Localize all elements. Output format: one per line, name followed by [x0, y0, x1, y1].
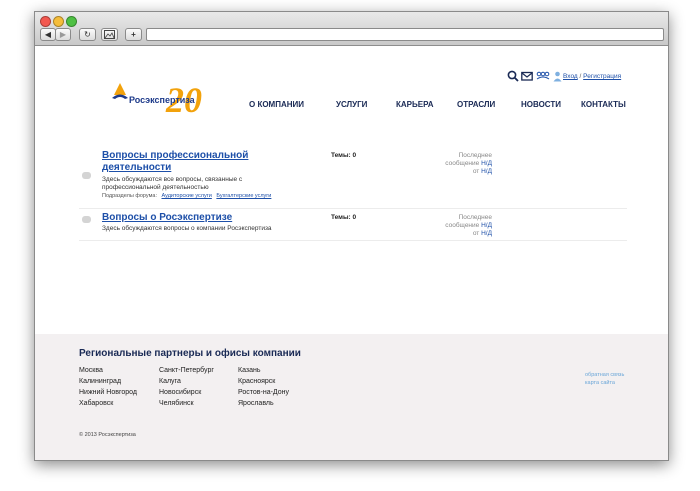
city-link[interactable]: Калининград	[79, 378, 121, 385]
browser-window: ◀ ▶ ↻ + 20 Росэкспертиза Вход / Регистра…	[34, 11, 669, 461]
subforums-label: Подразделы форума:	[102, 193, 157, 199]
forum-bubble-icon	[82, 172, 91, 179]
address-bar[interactable]	[146, 28, 664, 41]
topics-count: Темы: 0	[331, 214, 357, 221]
nav-contacts[interactable]: КОНТАКТЫ	[581, 100, 626, 109]
sitemap-link[interactable]: карта сайта	[585, 380, 615, 386]
city-link[interactable]: Хабаровск	[79, 400, 113, 407]
reload-button[interactable]: ↻	[79, 28, 96, 41]
city-link[interactable]: Москва	[79, 367, 103, 374]
auth-separator: /	[579, 73, 582, 80]
last-post-author[interactable]: Н/Д	[481, 168, 492, 175]
city-link[interactable]: Санкт-Петербург	[159, 367, 214, 374]
footer: Региональные партнеры и офисы компании М…	[35, 334, 668, 460]
city-link[interactable]: Красноярск	[238, 378, 275, 385]
new-tab-button[interactable]: +	[125, 28, 142, 41]
nav-about[interactable]: О КОМПАНИИ	[249, 100, 304, 109]
last-post: Последнее сообщение Н/Д от Н/Д	[445, 152, 492, 175]
register-link[interactable]: Регистрация	[583, 73, 621, 80]
browser-toolbar: ◀ ▶ ↻ +	[35, 12, 668, 46]
city-link[interactable]: Ярославль	[238, 400, 274, 407]
search-icon[interactable]	[507, 70, 519, 82]
last-post-author[interactable]: Н/Д	[481, 230, 492, 237]
subforum-link-audit[interactable]: Аудиторские услуги	[162, 193, 212, 199]
forum-title[interactable]: Вопросы о Росэкспертизе	[102, 212, 232, 224]
nav-industries[interactable]: ОТРАСЛИ	[457, 100, 495, 109]
topics-count: Темы: 0	[331, 152, 357, 159]
auth-links: Вход / Регистрация	[563, 73, 621, 80]
back-button[interactable]: ◀	[40, 28, 56, 41]
city-link[interactable]: Новосибирск	[159, 389, 201, 396]
feedback-link[interactable]: обратная связь	[585, 372, 624, 378]
mail-icon[interactable]	[521, 70, 533, 82]
last-post-link[interactable]: Н/Д	[481, 160, 492, 167]
minimize-window-button[interactable]	[53, 16, 64, 27]
copyright: © 2013 Росэкспертиза	[79, 432, 136, 438]
forum-title[interactable]: Вопросы профессиональной деятельности	[102, 150, 248, 174]
forum-bubble-icon	[82, 216, 91, 223]
city-link[interactable]: Нижний Новгород	[79, 389, 137, 396]
user-icon	[553, 71, 562, 82]
forum-description: Здесь обсуждаются все вопросы, связанные…	[102, 176, 243, 191]
city-link[interactable]: Калуга	[159, 378, 181, 385]
subforum-link-accounting[interactable]: Бухгалтерские услуги	[216, 193, 271, 199]
city-link[interactable]: Казань	[238, 367, 261, 374]
city-link[interactable]: Челябинск	[159, 400, 194, 407]
nav-services[interactable]: УСЛУГИ	[336, 100, 367, 109]
forward-button[interactable]: ▶	[55, 28, 71, 41]
forum-description: Здесь обсуждаются вопросы о компании Рос…	[102, 225, 272, 232]
subforums: Подразделы форума: Аудиторские услуги Бу…	[102, 193, 271, 199]
page-content: 20 Росэкспертиза Вход / Регистрация О КО…	[35, 46, 668, 460]
nav-news[interactable]: НОВОСТИ	[521, 100, 561, 109]
screenshot-icon	[104, 30, 115, 39]
city-link[interactable]: Ростов-на-Дону	[238, 389, 289, 396]
login-link[interactable]: Вход	[563, 73, 578, 80]
logo-wordmark: Росэкспертиза	[129, 95, 195, 105]
screenshot-button[interactable]	[101, 28, 118, 41]
zoom-window-button[interactable]	[66, 16, 77, 27]
last-post-link[interactable]: Н/Д	[481, 222, 492, 229]
nav-career[interactable]: КАРЬЕРА	[396, 100, 434, 109]
footer-title: Региональные партнеры и офисы компании	[79, 348, 301, 359]
last-post: Последнее сообщение Н/Д от Н/Д	[445, 214, 492, 237]
forum-row: Вопросы профессиональной деятельности Зд…	[79, 150, 627, 209]
people-icon[interactable]	[536, 70, 550, 82]
close-window-button[interactable]	[40, 16, 51, 27]
forum-row: Вопросы о Росэкспертизе Здесь обсуждаютс…	[79, 212, 627, 241]
